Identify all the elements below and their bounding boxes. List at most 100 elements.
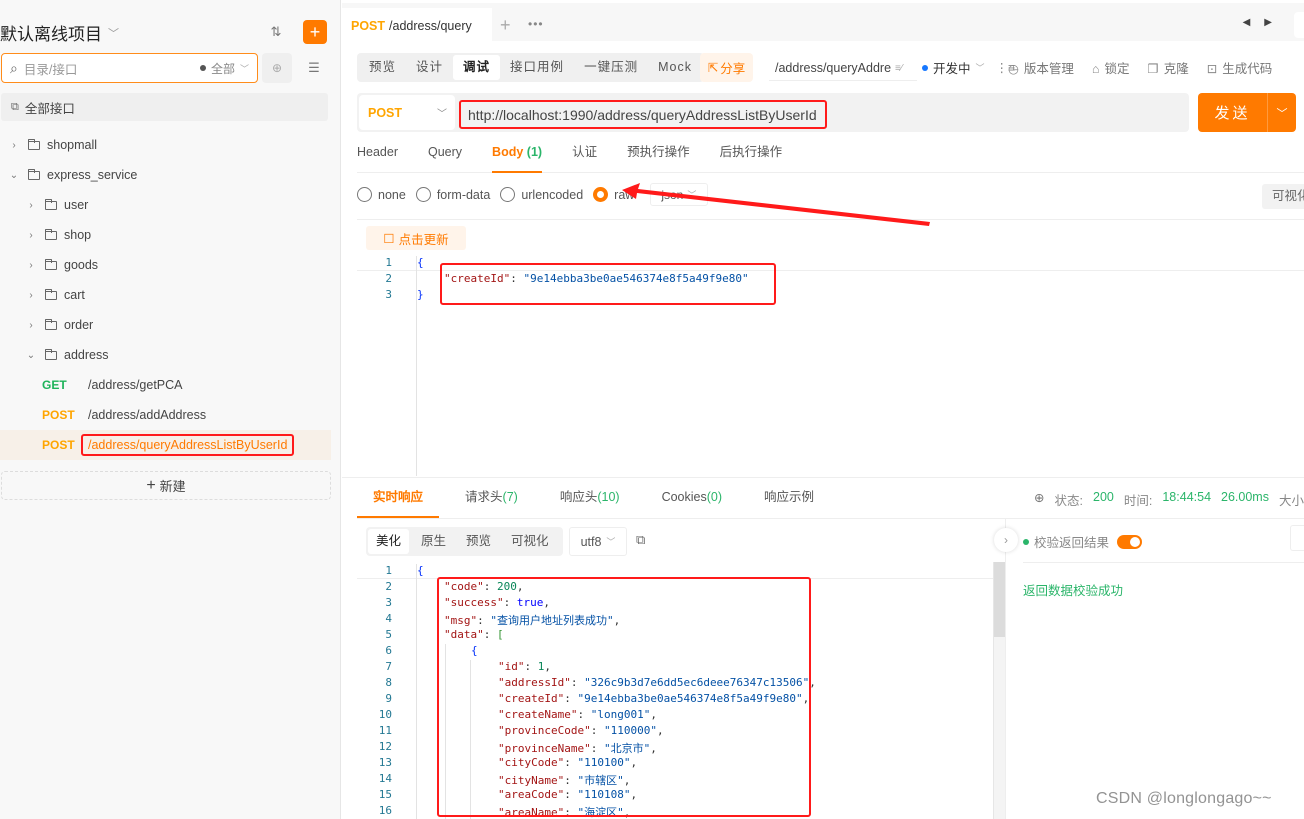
radio-form-data[interactable]: form-data [415, 187, 490, 202]
collapse-all-button[interactable]: ☰ [299, 53, 329, 83]
status-label: 状态: [1054, 494, 1084, 508]
radio-circle-icon [357, 187, 372, 202]
tab-auth[interactable]: 认证 [572, 137, 597, 173]
tab-header[interactable]: Header [357, 137, 398, 173]
tab-body[interactable]: Body (1) [492, 137, 543, 173]
pane-action-button[interactable] [1290, 525, 1304, 551]
scroll-right-icon[interactable]: ▶ [1264, 17, 1272, 28]
update-button[interactable]: ☐ 点击更新 [366, 226, 466, 250]
project-selector[interactable]: 默认离线项目 ﹀ [0, 20, 119, 45]
copy-icon[interactable]: ⧉ [636, 532, 645, 548]
tab-active-request[interactable]: POST /address/query [342, 8, 492, 44]
tab-live-response[interactable]: 实时响应 [357, 478, 440, 518]
folder-label: express_service [47, 168, 138, 182]
folder-icon [45, 348, 57, 360]
version-button[interactable]: ◷ 版本管理 [1008, 58, 1074, 77]
tree-api-item-active[interactable]: POST /address/queryAddressListByUserId [0, 430, 331, 460]
tab-query[interactable]: Query [428, 137, 462, 173]
encoding-select[interactable]: utf8 ﹀ [569, 527, 627, 556]
share-button[interactable]: ⇱ 分享 [700, 53, 753, 82]
tree-api-item[interactable]: POST /address/addAddress [0, 400, 331, 430]
filter-dot-icon [199, 65, 206, 71]
chevron-down-icon: ﹀ [239, 63, 249, 74]
tab-label: Body [492, 145, 524, 159]
tree-folder[interactable]: ⌄ express_service [0, 160, 331, 190]
mode-design[interactable]: 设计 [406, 55, 453, 80]
mode-debug[interactable]: 调试 [453, 55, 501, 80]
tree-api-item[interactable]: GET /address/getPCA [0, 370, 331, 400]
add-button[interactable]: + [303, 20, 327, 44]
tree-folder[interactable]: › user [0, 190, 331, 220]
watermark: CSDN @longlongago~~ [1096, 790, 1272, 807]
radio-checked-icon [593, 187, 609, 202]
url-input[interactable]: http://localhost:1990/address/queryAddre… [459, 100, 827, 129]
send-button[interactable]: 发送 ﹀ [1198, 93, 1296, 132]
tab-response-examples[interactable]: 响应示例 [748, 478, 830, 518]
more-icon[interactable]: ••• [528, 17, 544, 31]
tab-request-headers[interactable]: 请求头(7) [449, 478, 534, 518]
tree-folder[interactable]: › goods [0, 250, 331, 280]
tab-post-script[interactable]: 后执行操作 [720, 137, 783, 173]
scroll-left-icon[interactable]: ◀ [1243, 17, 1251, 28]
search-input[interactable]: ⌕ 目录/接口 全部 ﹀ [1, 53, 258, 83]
scrollbar-thumb[interactable] [994, 562, 1005, 637]
search-filter-select[interactable]: 全部 ﹀ [199, 60, 249, 77]
new-tab-icon[interactable]: + [500, 15, 511, 36]
tree-folder[interactable]: › cart [0, 280, 331, 310]
format-visualize[interactable]: 可视化 [503, 529, 557, 554]
tree-folder[interactable]: › shop [0, 220, 331, 250]
mode-load-test[interactable]: 一键压测 [574, 55, 648, 80]
mode-mock[interactable]: Mock [648, 55, 702, 80]
chevron-down-icon: ﹀ [687, 190, 697, 200]
api-name-input[interactable]: /address/queryAddre ≡⁄ [769, 56, 917, 81]
tab-pre-script[interactable]: 预执行操作 [627, 137, 690, 173]
globe-icon: ⊕ [1034, 491, 1045, 505]
tab-label: Cookies [661, 490, 707, 504]
validate-toggle[interactable] [1117, 534, 1143, 549]
vertical-scrollbar[interactable] [993, 562, 1005, 819]
codegen-button[interactable]: ⊡ 生成代码 [1207, 58, 1273, 77]
all-apis-item[interactable]: ⧉ 全部接口 [1, 93, 328, 121]
format-preview[interactable]: 预览 [458, 529, 499, 554]
line-number: 13 [378, 756, 392, 769]
request-body-editor[interactable]: 1 2 3 { "createId": "9e14ebba3be0ae54637… [357, 256, 1304, 476]
radio-none[interactable]: none [357, 187, 406, 202]
tab-response-headers[interactable]: 响应头(10) [544, 478, 636, 518]
line-number: 1 [385, 256, 392, 269]
send-options-chevron-icon[interactable]: ﹀ [1268, 93, 1296, 132]
divider [1023, 562, 1304, 563]
gutter-border [416, 564, 417, 819]
format-pretty[interactable]: 美化 [368, 529, 410, 554]
tab-cookies[interactable]: Cookies(0) [646, 478, 738, 518]
mode-preview[interactable]: 预览 [359, 55, 406, 80]
format-raw[interactable]: 原生 [413, 529, 454, 554]
tab-label: 后执行操作 [719, 145, 783, 159]
tree-folder[interactable]: › order [0, 310, 331, 340]
tree-folder[interactable]: › shopmall [0, 130, 331, 160]
collapse-pane-button[interactable]: › [994, 528, 1018, 552]
line-number: 7 [385, 660, 392, 673]
lock-button[interactable]: ⌂ 锁定 [1092, 58, 1130, 77]
tab-count: (10) [597, 490, 620, 504]
all-apis-label: 全部接口 [24, 101, 75, 116]
locate-button[interactable]: ⊕ [262, 53, 292, 83]
tab-label: 请求头 [465, 490, 503, 504]
send-label: 发送 [1198, 93, 1268, 132]
new-button[interactable]: + 新建 [1, 471, 331, 500]
line-number: 6 [385, 644, 392, 657]
tree-folder[interactable]: ⌄ address [0, 340, 331, 370]
radio-raw[interactable]: raw [593, 187, 634, 202]
tab-label: 响应头 [559, 490, 598, 504]
target-icon: ⊕ [271, 61, 283, 75]
raw-format-select[interactable]: json ﹀ [650, 183, 709, 206]
status-select[interactable]: 开发中 ﹀ ⋮≡ [922, 58, 1015, 77]
radio-urlencoded[interactable]: urlencoded [500, 187, 583, 202]
visualize-button[interactable]: 可视化 [1262, 184, 1304, 209]
method-select[interactable]: POST ﹀ [359, 95, 455, 130]
import-icon[interactable]: ⇅ [265, 21, 287, 43]
code-icon: ⊡ [1206, 62, 1218, 76]
folder-label: user [64, 198, 89, 212]
clone-button[interactable]: ❐ 克隆 [1148, 58, 1189, 77]
mode-test-cases[interactable]: 接口用例 [500, 55, 574, 80]
search-icon: ⌕ [10, 59, 18, 76]
